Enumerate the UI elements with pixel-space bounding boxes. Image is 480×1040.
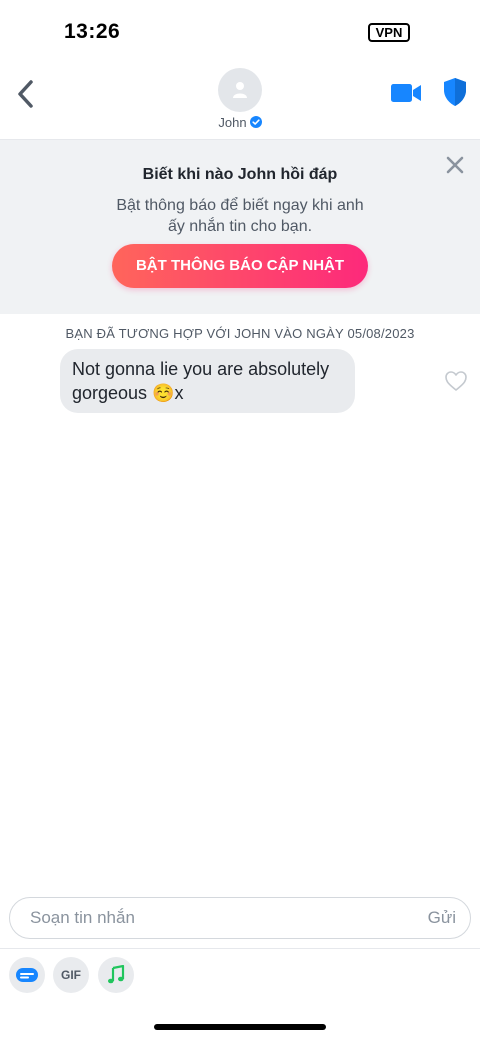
enable-notifications-button[interactable]: BẬT THÔNG BÁO CẬP NHẬT — [112, 244, 368, 288]
back-arrow-icon — [18, 80, 33, 108]
avatar[interactable] — [218, 68, 262, 112]
match-info: BẠN ĐÃ TƯƠNG HỢP VỚI JOHN VÀO NGÀY 05/08… — [65, 326, 415, 341]
video-camera-icon — [391, 84, 421, 102]
gif-label: GIF — [61, 968, 81, 982]
video-call-button[interactable] — [390, 81, 422, 105]
status-time: 13:26 — [64, 20, 121, 43]
back-button[interactable] — [12, 76, 40, 112]
sticker-icon — [16, 968, 38, 982]
music-button[interactable] — [98, 957, 134, 993]
toolbar-divider — [0, 948, 480, 949]
banner-title: Biết khi nào John hồi đáp — [142, 166, 338, 183]
music-note-icon — [108, 965, 125, 984]
shield-icon — [444, 78, 466, 106]
message-bubble[interactable]: Not gonna lie you are absolutely gorgeou… — [60, 349, 355, 413]
avatar-placeholder-icon — [233, 82, 247, 98]
sticker-button[interactable] — [9, 957, 45, 993]
contact-name-row[interactable]: John — [0, 115, 480, 130]
send-button[interactable]: Gửi — [428, 908, 456, 928]
gif-button[interactable]: GIF — [53, 957, 89, 993]
message-composer: Gửi — [9, 897, 471, 939]
verified-check-icon — [249, 116, 262, 128]
message-input[interactable] — [30, 906, 410, 930]
contact-name: John — [218, 115, 247, 130]
home-indicator[interactable] — [154, 1024, 326, 1030]
heart-outline-icon — [445, 371, 467, 391]
vpn-badge: VPN — [368, 23, 410, 42]
status-bar: 13:26 VPN — [0, 0, 480, 62]
banner-text: Bật thông báo để biết ngay khi anh ấy nh… — [116, 197, 364, 235]
chat-header: John — [0, 62, 480, 140]
notification-banner: Biết khi nào John hồi đáp Bật thông báo … — [0, 140, 480, 314]
like-message-button[interactable] — [444, 370, 468, 392]
safety-button[interactable] — [443, 77, 467, 107]
